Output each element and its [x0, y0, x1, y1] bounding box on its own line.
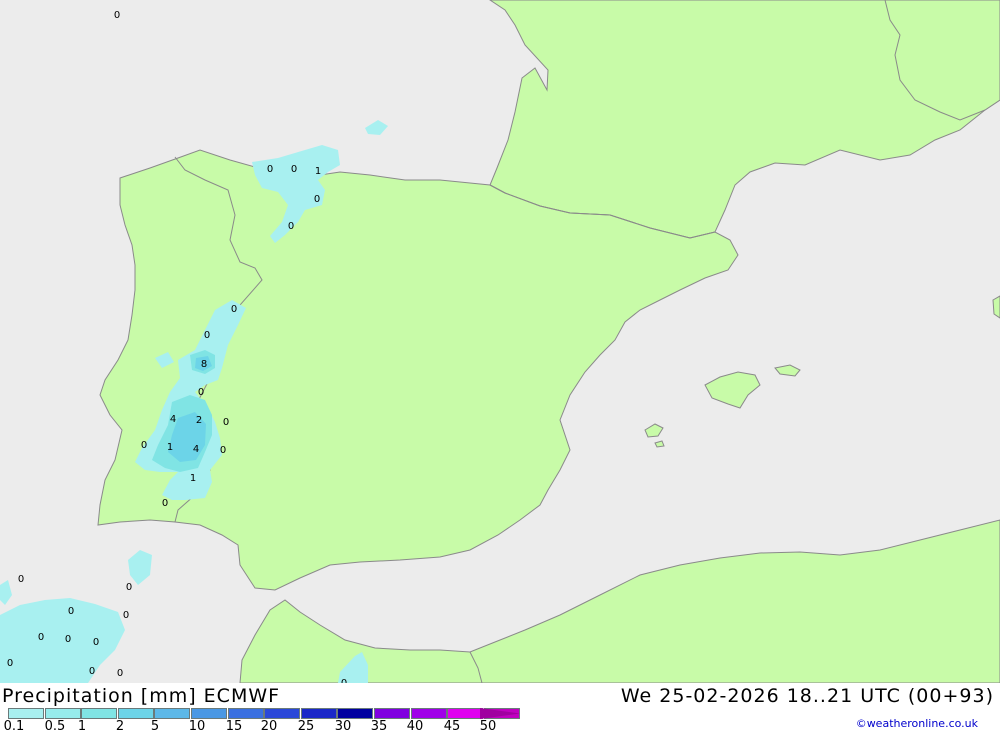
- legend-swatch: [264, 708, 301, 719]
- precipitation-map: 0 0 0 1 0 0 0 0 8 0 4 2 0 0 1 4 0 1 0 0 …: [0, 0, 1000, 683]
- legend-label: 50: [479, 719, 497, 734]
- legend-label: 2: [115, 719, 125, 734]
- legend-label: 25: [297, 719, 315, 734]
- value-label: 0: [314, 194, 320, 205]
- value-label: 0: [231, 304, 237, 315]
- legend-swatch: [154, 708, 191, 719]
- value-label: 0: [123, 610, 129, 621]
- value-label: 0: [291, 164, 297, 175]
- color-legend: [8, 708, 520, 719]
- value-label: 0: [267, 164, 273, 175]
- value-label: 1: [315, 166, 321, 177]
- legend-label: 0.1: [3, 719, 25, 734]
- legend-swatch: [44, 708, 81, 719]
- value-label: 1: [190, 473, 196, 484]
- legend-labels: 0.1 0.5 1 2 5 10 15 20 25 30 35 40 45 50: [0, 719, 520, 734]
- value-label: 0: [7, 658, 13, 669]
- legend-swatch: [227, 708, 264, 719]
- legend-label: 15: [225, 719, 243, 734]
- value-label: 0: [288, 221, 294, 232]
- value-label: 2: [196, 415, 202, 426]
- legend-swatch: [300, 708, 337, 719]
- legend-label: 1: [77, 719, 87, 734]
- value-label: 0: [220, 445, 226, 456]
- legend-swatch: [8, 708, 44, 719]
- legend-label: 0.5: [44, 719, 66, 734]
- value-label: 0: [223, 417, 229, 428]
- legend-label: 40: [406, 719, 424, 734]
- legend-swatch: [447, 708, 484, 719]
- value-label: 1: [167, 442, 173, 453]
- legend-label: 10: [188, 719, 206, 734]
- legend-label: 20: [260, 719, 278, 734]
- legend-swatch: [373, 708, 410, 719]
- value-label: 8: [201, 359, 207, 370]
- site-credit[interactable]: ©weatheronline.co.uk: [856, 717, 978, 730]
- valid-time: We 25-02-2026 18..21 UTC (00+93): [620, 685, 994, 707]
- value-label: 0: [93, 637, 99, 648]
- legend-label: 35: [370, 719, 388, 734]
- value-label: 0: [126, 582, 132, 593]
- legend-swatch: [410, 708, 447, 719]
- legend-swatch: [190, 708, 227, 719]
- value-label: 0: [117, 668, 123, 679]
- legend-label: 45: [443, 719, 461, 734]
- legend-swatch: [117, 708, 154, 719]
- map-footer: Precipitation [mm] ECMWF We 25-02-2026 1…: [0, 683, 1000, 734]
- value-label: 0: [162, 498, 168, 509]
- value-label: 0: [38, 632, 44, 643]
- value-label: 0: [204, 330, 210, 341]
- value-label: 0: [68, 606, 74, 617]
- value-label: 4: [193, 444, 199, 455]
- value-label: 0: [141, 440, 147, 451]
- value-label: 0: [89, 666, 95, 677]
- value-label: 0: [198, 387, 204, 398]
- value-label: 0: [114, 10, 120, 21]
- legend-label: 30: [334, 719, 352, 734]
- value-label: 4: [170, 414, 176, 425]
- value-label: 0: [18, 574, 24, 585]
- value-label: 0: [65, 634, 71, 645]
- legend-label: 5: [150, 719, 160, 734]
- legend-swatch: [337, 708, 374, 719]
- map-title: Precipitation [mm] ECMWF: [2, 685, 281, 707]
- legend-swatch: [81, 708, 118, 719]
